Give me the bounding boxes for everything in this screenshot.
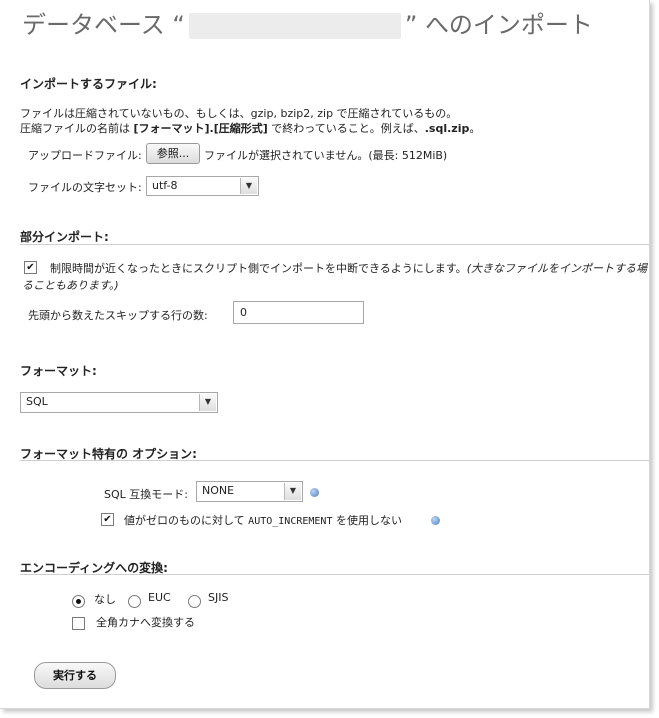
interrupt-label-text: 制限時間が近くなったときにスクリプト側でインポートを中断できるようにします。: [50, 262, 467, 275]
checkmark-icon: ✔: [103, 514, 112, 525]
sql-compat-value: NONE: [202, 484, 235, 497]
auto-inc-text-a: 値がゼロのものに対して: [124, 514, 249, 527]
submit-button[interactable]: 実行する: [34, 662, 116, 689]
checkmark-icon: ✔: [26, 262, 35, 273]
chevron-down-icon: ▼: [240, 178, 257, 194]
kana-checkbox[interactable]: [72, 617, 85, 630]
desc2-text-c: 。: [469, 122, 481, 135]
skip-rows-label: 先頭から数えたスキップする行の数:: [28, 309, 208, 322]
title-prefix: データベース “: [22, 11, 185, 39]
sql-compat-select[interactable]: NONE ▼: [196, 481, 303, 502]
format-value: SQL: [26, 395, 48, 408]
auto-increment-label: 値がゼロのものに対して AUTO_INCREMENT を使用しない: [124, 512, 402, 528]
file-section-heading: インポートするファイル:: [20, 77, 157, 91]
auto-inc-text-b: を使用しない: [332, 514, 402, 527]
charset-select[interactable]: utf-8 ▼: [146, 176, 259, 196]
upload-file-label: アップロードファイル:: [28, 149, 142, 162]
auto-inc-code: AUTO_INCREMENT: [248, 516, 333, 527]
help-icon[interactable]: [310, 488, 319, 497]
format-select[interactable]: SQL ▼: [20, 392, 218, 413]
import-panel: データベース “ ” へのインポート インポートするファイル: ファイルは圧縮され…: [0, 0, 650, 709]
interrupt-label: 制限時間が近くなったときにスクリプト側でインポートを中断できるようにします。(大…: [50, 260, 647, 276]
partial-section-heading: 部分インポート:: [20, 230, 109, 244]
chevron-down-icon: ▼: [284, 483, 301, 500]
encoding-radio-euc[interactable]: [128, 595, 141, 608]
encoding-label-sjis: SJIS: [208, 591, 229, 604]
file-description-1: ファイルは圧縮されていないもの、もしくは、gzip, bzip2, zip で圧…: [20, 107, 458, 120]
help-icon[interactable]: [431, 516, 440, 525]
desc2-format-pattern: [フォーマット].[圧縮形式]: [133, 122, 268, 135]
auto-increment-checkbox[interactable]: ✔: [101, 513, 114, 526]
no-file-selected-text: ファイルが選択されていません。(最長: 512MiB): [204, 149, 448, 162]
desc2-example: .sql.zip: [424, 122, 470, 135]
redacted-database-name: [188, 13, 401, 39]
browse-button[interactable]: 参照...: [146, 143, 200, 164]
encoding-radio-none[interactable]: [72, 595, 85, 608]
section-divider: [20, 574, 649, 575]
encoding-label-none: なし: [94, 593, 116, 606]
skip-rows-input[interactable]: 0: [233, 301, 364, 324]
kana-label: 全角カナへ変換する: [96, 616, 195, 629]
encoding-label-euc: EUC: [148, 591, 171, 604]
interrupt-note-1: (大きなファイルをインポートする場: [466, 262, 647, 275]
chevron-down-icon: ▼: [199, 394, 216, 411]
format-section-heading: フォーマット:: [20, 364, 97, 378]
page-title: データベース “ ” へのインポート: [22, 5, 593, 40]
sql-compat-label: SQL 互換モード:: [104, 488, 188, 501]
section-divider: [20, 460, 649, 461]
title-suffix: ” へのインポート: [404, 11, 593, 39]
desc2-text-a: 圧縮ファイルの名前は: [20, 122, 134, 135]
section-divider: [20, 244, 649, 245]
encoding-radio-sjis[interactable]: [188, 595, 201, 608]
interrupt-checkbox[interactable]: ✔: [24, 261, 37, 274]
charset-value: utf-8: [152, 179, 178, 192]
file-description-2: 圧縮ファイルの名前は [フォーマット].[圧縮形式] で終わっていること。例えば…: [20, 120, 480, 136]
desc2-text-b: で終わっていること。例えば、: [267, 122, 425, 135]
interrupt-note-2: ることもあります。): [22, 279, 119, 292]
charset-label: ファイルの文字セット:: [28, 181, 142, 194]
radio-selected-dot: [76, 599, 81, 604]
